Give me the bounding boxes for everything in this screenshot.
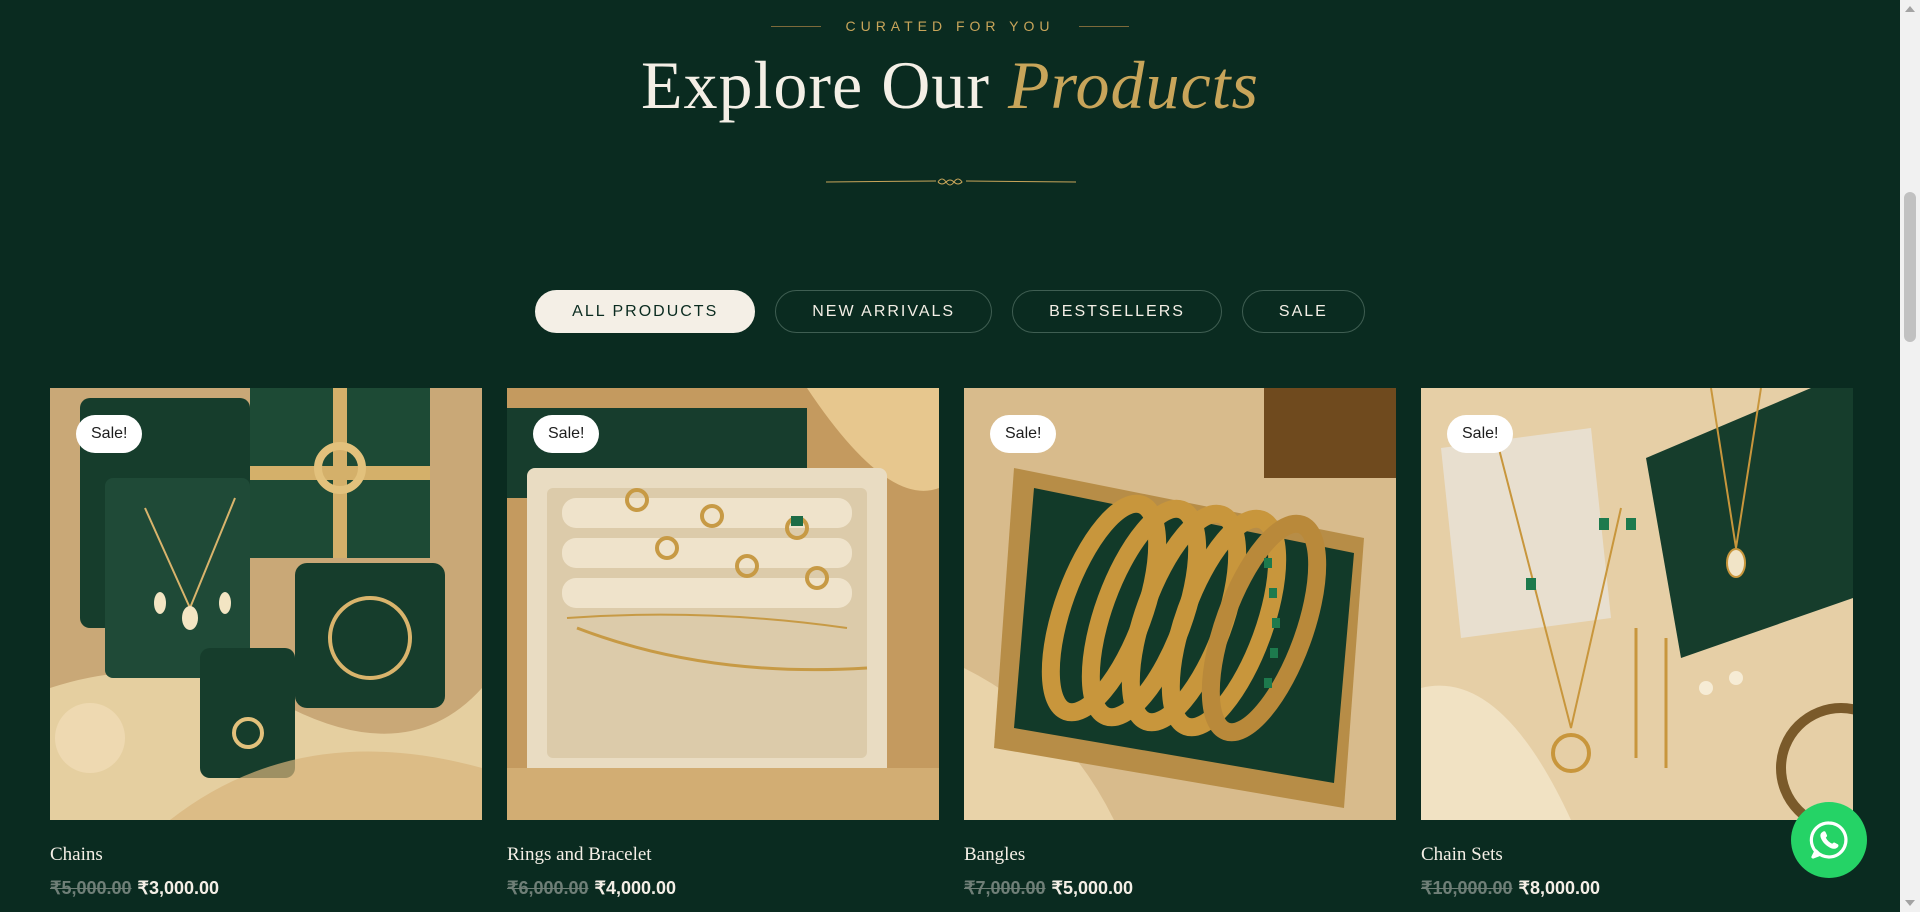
product-price: ₹5,000.00 ₹3,000.00 xyxy=(50,878,482,899)
product-price: ₹10,000.00 ₹8,000.00 xyxy=(1421,878,1853,899)
tab-new-arrivals[interactable]: NEW ARRIVALS xyxy=(775,290,993,333)
whatsapp-button[interactable] xyxy=(1791,802,1867,878)
product-price: ₹7,000.00 ₹5,000.00 xyxy=(964,878,1396,899)
sale-badge: Sale! xyxy=(533,415,600,453)
product-grid: Sale! Chains ₹5,000.00 ₹3,000.00 Sale! R… xyxy=(50,388,1853,899)
tab-all-products[interactable]: ALL PRODUCTS xyxy=(535,290,756,333)
ornament-divider-icon xyxy=(826,178,1076,186)
sale-badge: Sale! xyxy=(76,415,143,453)
sale-price: ₹3,000.00 xyxy=(137,878,220,898)
title-main: Explore Our xyxy=(640,47,990,123)
filter-tabs: ALL PRODUCTS NEW ARRIVALS BESTSELLERS SA… xyxy=(0,290,1900,333)
scrollbar-thumb[interactable] xyxy=(1904,192,1916,342)
product-card[interactable]: Sale! Bangles ₹7,000.00 ₹5,000.00 xyxy=(964,388,1396,899)
eyebrow: CURATED FOR YOU xyxy=(0,18,1900,34)
old-price: ₹6,000.00 xyxy=(507,878,589,898)
scroll-down-arrow-icon[interactable] xyxy=(1905,900,1915,906)
old-price: ₹10,000.00 xyxy=(1421,878,1513,898)
sale-price: ₹4,000.00 xyxy=(594,878,677,898)
product-card[interactable]: Sale! Chains ₹5,000.00 ₹3,000.00 xyxy=(50,388,482,899)
tab-bestsellers[interactable]: BESTSELLERS xyxy=(1012,290,1222,333)
sale-badge: Sale! xyxy=(990,415,1057,453)
product-name[interactable]: Rings and Bracelet xyxy=(507,844,939,866)
product-name[interactable]: Chain Sets xyxy=(1421,844,1853,866)
sale-price: ₹5,000.00 xyxy=(1051,878,1134,898)
tab-sale[interactable]: SALE xyxy=(1241,290,1365,333)
eyebrow-line-left xyxy=(771,25,822,27)
product-card[interactable]: Sale! Rings and Bracelet ₹6,000.00 ₹4,000… xyxy=(507,388,939,899)
product-price: ₹6,000.00 ₹4,000.00 xyxy=(507,878,939,899)
whatsapp-icon xyxy=(1809,821,1848,859)
title-accent: Products xyxy=(1008,47,1260,123)
product-image[interactable]: Sale! xyxy=(1421,388,1853,820)
scroll-up-arrow-icon[interactable] xyxy=(1905,6,1915,12)
sale-badge: Sale! xyxy=(1447,415,1514,453)
vertical-scrollbar[interactable] xyxy=(1900,0,1920,912)
product-card[interactable]: Sale! Chain Sets ₹10,000.00 ₹8,000.00 xyxy=(1421,388,1853,899)
section-title: Explore Our Products xyxy=(0,46,1900,125)
product-name[interactable]: Chains xyxy=(50,844,482,866)
product-name[interactable]: Bangles xyxy=(964,844,1396,866)
products-section: CURATED FOR YOU Explore Our Products ALL… xyxy=(0,0,1900,912)
old-price: ₹7,000.00 xyxy=(964,878,1046,898)
product-image[interactable]: Sale! xyxy=(964,388,1396,820)
sale-price: ₹8,000.00 xyxy=(1518,878,1601,898)
product-image[interactable]: Sale! xyxy=(507,388,939,820)
eyebrow-text: CURATED FOR YOU xyxy=(845,18,1055,34)
eyebrow-line-right xyxy=(1078,25,1129,27)
old-price: ₹5,000.00 xyxy=(50,878,132,898)
product-image[interactable]: Sale! xyxy=(50,388,482,820)
